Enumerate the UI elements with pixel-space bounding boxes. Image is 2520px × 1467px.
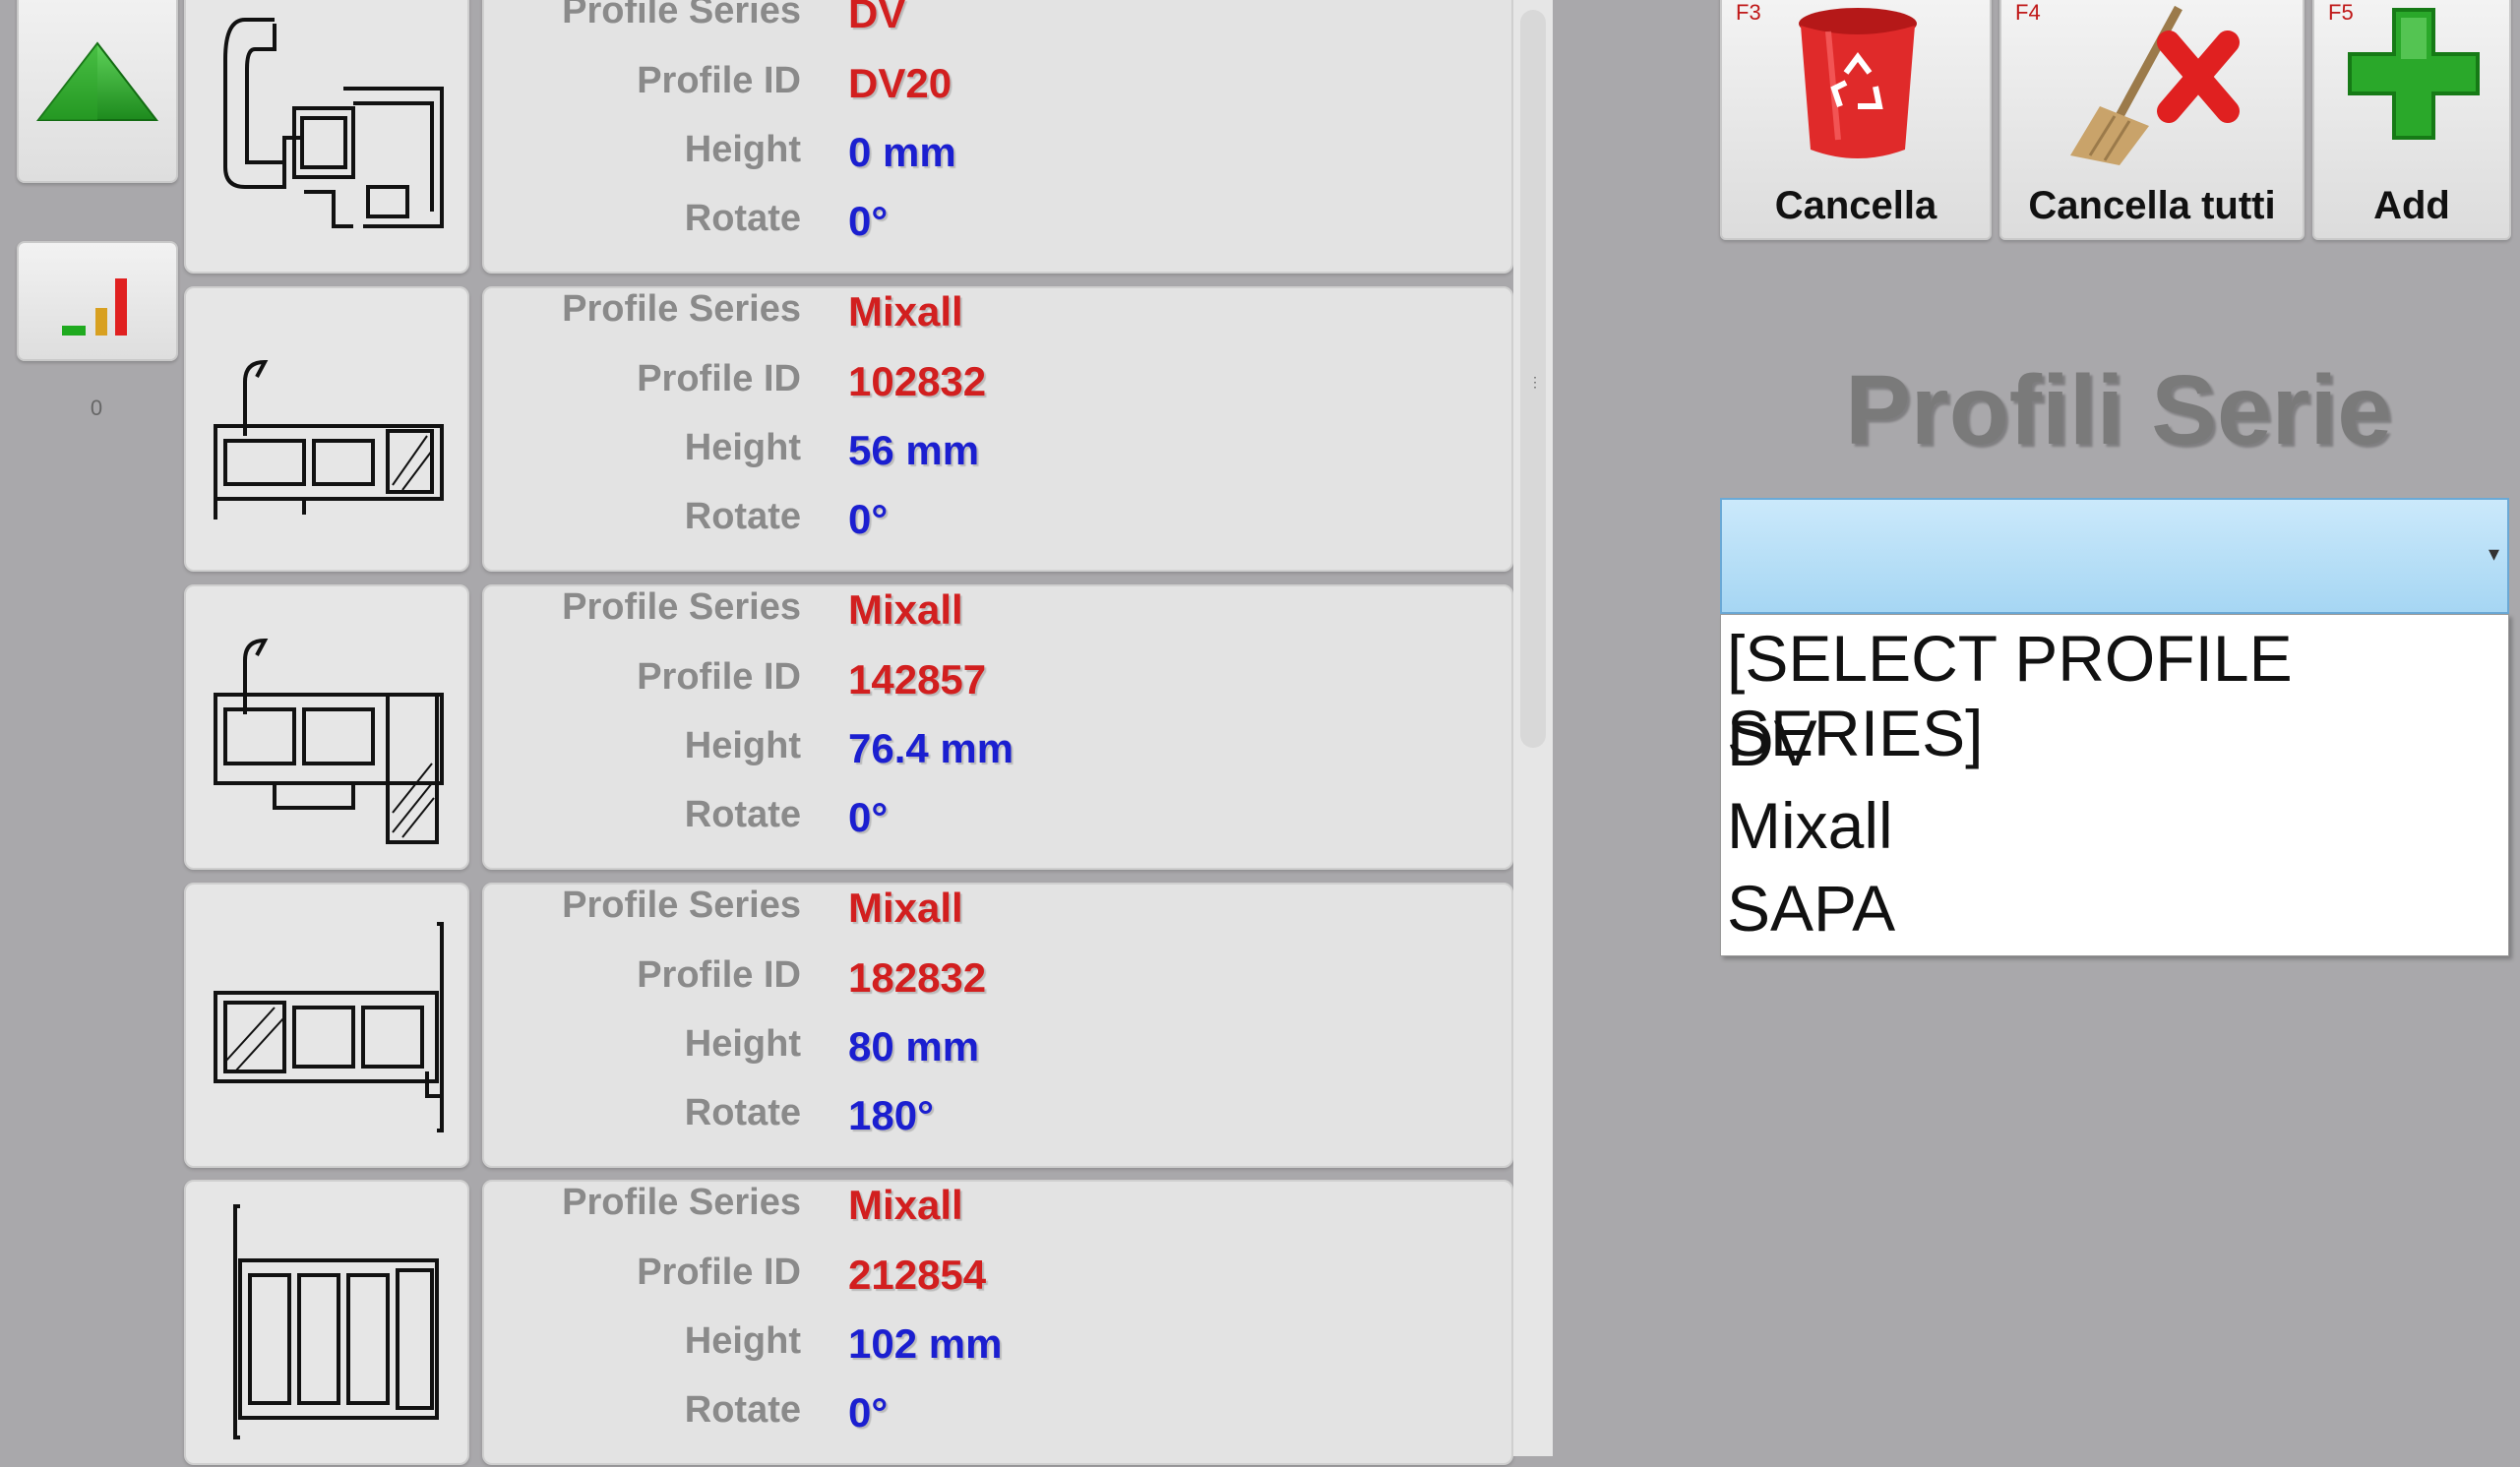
profile-section-drawing xyxy=(214,922,444,1132)
height-label: Height xyxy=(684,1320,801,1362)
height-value: 0 mm xyxy=(848,129,956,175)
profile-card[interactable]: Profile Series Mixall Profile ID 182832 … xyxy=(482,883,1513,1168)
delete-all-button[interactable]: F4 Cancella tutti xyxy=(1999,0,2305,240)
profile-row[interactable]: Profile Series DV Profile ID DV20 Height… xyxy=(0,0,1515,274)
profile-row[interactable]: Profile Series Mixall Profile ID 212854 … xyxy=(0,1180,1515,1465)
height-label: Height xyxy=(684,129,801,170)
profile-thumbnail xyxy=(184,883,469,1168)
rotate-label: Rotate xyxy=(684,198,801,239)
height-label: Height xyxy=(684,427,801,468)
profile-thumbnail xyxy=(184,0,469,274)
height-value: 102 mm xyxy=(848,1320,1003,1367)
rotate-value: 0° xyxy=(848,794,889,840)
profile-id-label: Profile ID xyxy=(637,954,801,996)
height-value: 80 mm xyxy=(848,1023,980,1070)
height-label: Height xyxy=(684,725,801,766)
profile-section-drawing xyxy=(233,1204,439,1439)
dropdown-option[interactable]: SAPA xyxy=(1727,871,1895,946)
plus-icon xyxy=(2348,8,2480,140)
profile-section-drawing xyxy=(214,638,444,844)
dropdown-option[interactable]: DV xyxy=(1727,705,1817,780)
profile-card[interactable]: Profile Series Mixall Profile ID 142857 … xyxy=(482,584,1513,870)
profile-series-label: Profile Series xyxy=(562,586,801,628)
add-button[interactable]: F5 Add xyxy=(2312,0,2511,240)
profile-id-value: 212854 xyxy=(848,1252,987,1298)
profile-thumbnail xyxy=(184,286,469,572)
section-title: Profili Serie xyxy=(1845,355,2392,465)
profile-id-value: DV20 xyxy=(848,60,953,106)
profile-section-drawing xyxy=(214,359,444,520)
profile-id-label: Profile ID xyxy=(637,358,801,399)
profile-card[interactable]: Profile Series DV Profile ID DV20 Height… xyxy=(482,0,1513,274)
dropdown-arrow-icon[interactable]: ▾ xyxy=(2489,541,2499,567)
profile-thumbnail xyxy=(184,1180,469,1465)
profile-thumbnail xyxy=(184,584,469,870)
height-value: 76.4 mm xyxy=(848,725,1014,771)
dropdown-option[interactable]: Mixall xyxy=(1727,788,1893,863)
profile-row[interactable]: Profile Series Mixall Profile ID 102832 … xyxy=(0,286,1515,572)
profile-id-label: Profile ID xyxy=(637,656,801,698)
profile-id-value: 182832 xyxy=(848,954,987,1001)
profile-card[interactable]: Profile Series Mixall Profile ID 102832 … xyxy=(482,286,1513,572)
height-label: Height xyxy=(684,1023,801,1065)
delete-shortcut: F3 xyxy=(1736,0,1761,25)
profile-row[interactable]: Profile Series Mixall Profile ID 142857 … xyxy=(0,584,1515,870)
profile-series-value: DV xyxy=(848,0,906,36)
broom-delete-icon xyxy=(2070,5,2240,165)
profile-series-value: Mixall xyxy=(848,1182,963,1228)
dropdown-option[interactable]: [SELECT PROFILE SERIES] xyxy=(1727,621,2508,770)
profile-series-label: Profile Series xyxy=(562,885,801,926)
scrollbar-grip-icon: ⋮ xyxy=(1528,374,1542,390)
profile-section-drawing xyxy=(223,18,444,228)
profile-id-label: Profile ID xyxy=(637,60,801,101)
profile-series-select[interactable]: ▾ xyxy=(1720,498,2509,614)
rotate-label: Rotate xyxy=(684,1092,801,1133)
profile-id-label: Profile ID xyxy=(637,1252,801,1293)
rotate-value: 180° xyxy=(848,1092,934,1138)
profile-series-value: Mixall xyxy=(848,288,963,335)
profile-row[interactable]: Profile Series Mixall Profile ID 182832 … xyxy=(0,883,1515,1168)
add-label: Add xyxy=(2373,184,2450,227)
rotate-label: Rotate xyxy=(684,1389,801,1431)
profile-id-value: 142857 xyxy=(848,656,987,703)
rotate-value: 0° xyxy=(848,1389,889,1436)
rotate-label: Rotate xyxy=(684,496,801,537)
delete-all-shortcut: F4 xyxy=(2015,0,2041,25)
delete-all-label: Cancella tutti xyxy=(2028,184,2276,227)
rotate-label: Rotate xyxy=(684,794,801,835)
profile-series-label: Profile Series xyxy=(562,1182,801,1223)
rotate-value: 0° xyxy=(848,496,889,542)
profile-series-value: Mixall xyxy=(848,885,963,931)
profile-series-dropdown: [SELECT PROFILE SERIES] DV Mixall SAPA xyxy=(1720,614,2509,956)
profile-card[interactable]: Profile Series Mixall Profile ID 212854 … xyxy=(482,1180,1513,1465)
profile-series-label: Profile Series xyxy=(562,288,801,330)
height-value: 56 mm xyxy=(848,427,980,473)
rotate-value: 0° xyxy=(848,198,889,244)
profile-series-label: Profile Series xyxy=(562,0,801,31)
recycle-bin-icon xyxy=(1799,8,1917,158)
profile-id-value: 102832 xyxy=(848,358,987,404)
profile-series-value: Mixall xyxy=(848,586,963,633)
delete-button[interactable]: F3 Cancella xyxy=(1720,0,1992,240)
delete-label: Cancella xyxy=(1774,184,1937,227)
